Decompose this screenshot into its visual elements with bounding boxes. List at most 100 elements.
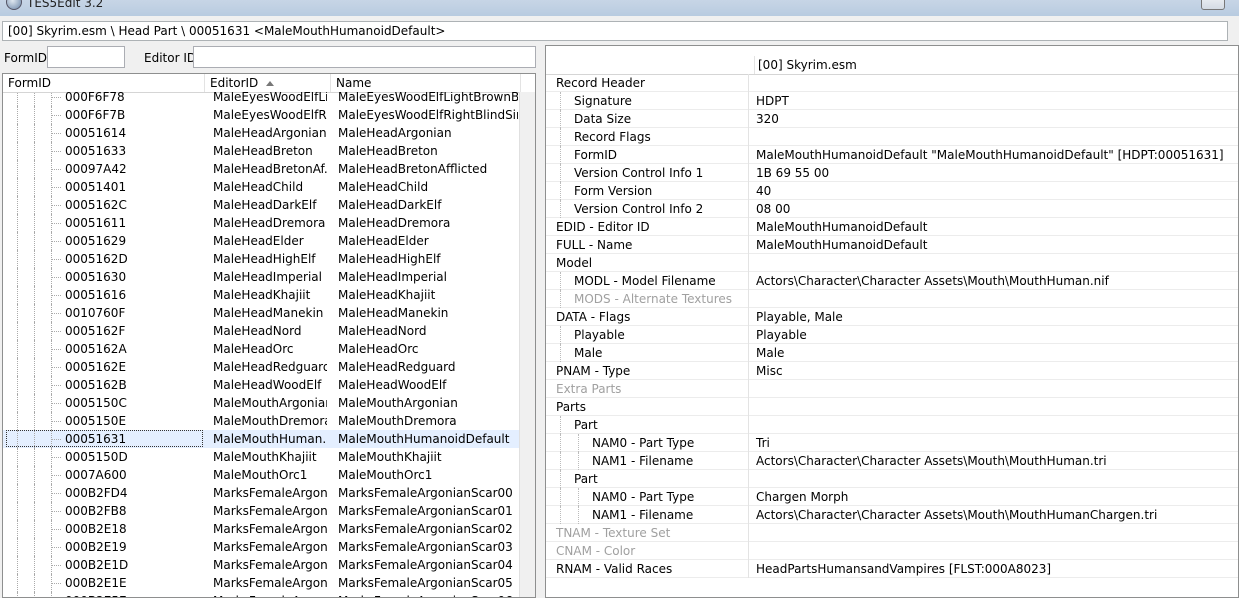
record-field-row[interactable]: CNAM - Color (546, 542, 1238, 560)
record-field-row[interactable]: Model (546, 254, 1238, 272)
field-value: Actors\Character\Character Assets\Mouth\… (756, 508, 1158, 522)
record-field-row[interactable]: Data Size 320 (546, 110, 1238, 128)
table-row[interactable]: 000B2E18 MarksFemaleArgon... MarksFemaleAr… (3, 520, 521, 538)
field-label: Extra Parts (556, 382, 622, 396)
record-field-row[interactable]: Playable Playable (546, 326, 1238, 344)
table-row[interactable]: 00051611 MaleHeadDremora MaleHeadDremora (3, 214, 521, 232)
field-label: DATA - Flags (556, 310, 631, 324)
tree-line (560, 128, 561, 146)
column-header-formid[interactable]: FormID (3, 74, 205, 92)
field-label: Form Version (574, 184, 653, 198)
cell-name: MaleHeadElder (338, 234, 429, 248)
table-row[interactable]: 0005162A MaleHeadOrc MaleHeadOrc (3, 340, 521, 358)
record-field-row[interactable]: MODL - Model Filename Actors\Character\Ch… (546, 272, 1238, 290)
field-value: Playable, Male (756, 310, 843, 324)
editorid-filter-input[interactable] (193, 46, 536, 68)
cell-name: MarksFemaleArgonianScar02 (338, 522, 513, 536)
column-divider (748, 398, 749, 416)
table-row[interactable]: 00051629 MaleHeadElder MaleHeadElder (3, 232, 521, 250)
record-field-row[interactable]: Part (546, 416, 1238, 434)
tree-line (560, 92, 561, 110)
record-field-row[interactable]: NAM0 - Part Type Tri (546, 434, 1238, 452)
table-row[interactable]: 00051633 MaleHeadBreton MaleHeadBreton (3, 142, 521, 160)
table-row[interactable]: 000B2E1D MarksFemaleArgon... MarksFemaleAr… (3, 556, 521, 574)
pane-splitter[interactable] (537, 45, 544, 598)
record-field-row[interactable]: NAM1 - Filename Actors\Character\Characte… (546, 506, 1238, 524)
table-row[interactable]: 000F6F78 MaleEyesWoodElfLi... MaleEyesWood… (3, 92, 521, 106)
record-field-row[interactable]: Record Header (546, 74, 1238, 92)
table-row[interactable]: 0005162E MaleHeadRedguard MaleHeadRedguard (3, 358, 521, 376)
record-field-row[interactable]: TNAM - Texture Set (546, 524, 1238, 542)
table-row[interactable]: 000B2E19 MarksFemaleArgon... MarksFemaleAr… (3, 538, 521, 556)
table-row[interactable]: 000B2FB8 MarksFemaleArgon... MarksFemaleAr… (3, 502, 521, 520)
table-row[interactable]: 0005162B MaleHeadWoodElf MaleHeadWoodElf (3, 376, 521, 394)
table-row[interactable]: 00051630 MaleHeadImperial MaleHeadImperial (3, 268, 521, 286)
tree-line (560, 182, 561, 200)
record-field-row[interactable]: FormID MaleMouthHumanoidDefault "MaleMout… (546, 146, 1238, 164)
record-field-row[interactable]: Record Flags (546, 128, 1238, 146)
column-divider (748, 344, 749, 362)
record-field-row[interactable]: EDID - Editor ID MaleMouthHumanoidDefault (546, 218, 1238, 236)
tree-line (51, 313, 61, 314)
table-row[interactable]: 00051616 MaleHeadKhajiit MaleHeadKhajiit (3, 286, 521, 304)
record-field-row[interactable]: NAM1 - Filename Actors\Character\Characte… (546, 452, 1238, 470)
record-field-row[interactable]: MODS - Alternate Textures (546, 290, 1238, 308)
field-label: Part (574, 472, 598, 486)
record-field-row[interactable]: Part (546, 470, 1238, 488)
table-row[interactable]: 00051401 MaleHeadChild MaleHeadChild (3, 178, 521, 196)
field-label: MODS - Alternate Textures (574, 292, 733, 306)
table-row[interactable]: 0005150C MaleMouthArgonian MaleMouthArgoni… (3, 394, 521, 412)
record-field-row[interactable]: Male Male (546, 344, 1238, 362)
cell-formid: 00097A42 (65, 162, 127, 176)
cell-editorid: MaleHeadChild (213, 180, 304, 194)
record-field-row[interactable]: Parts (546, 398, 1238, 416)
table-row[interactable]: 0010760F MaleHeadManekin MaleHeadManekin (3, 304, 521, 322)
record-list-scrollbar[interactable] (519, 92, 535, 597)
column-divider (748, 128, 749, 146)
column-header-name[interactable]: Name (331, 74, 521, 92)
table-row[interactable]: 0005150E MaleMouthDremora MaleMouthDremora (3, 412, 521, 430)
column-divider (748, 182, 749, 200)
tree-line (17, 484, 18, 502)
column-header-plugin[interactable]: [00] Skyrim.esm (754, 56, 857, 74)
table-row[interactable]: 00097A42 MaleHeadBretonAf... MaleHeadBreto… (3, 160, 521, 178)
cell-formid: 000B2E19 (65, 540, 127, 554)
record-field-row[interactable]: Version Control Info 2 08 00 (546, 200, 1238, 218)
table-row[interactable]: 000F6F7B MaleEyesWoodElfR... MaleEyesWoodE… (3, 106, 521, 124)
record-field-row[interactable]: Version Control Info 1 1B 69 55 00 (546, 164, 1238, 182)
tree-line (17, 412, 18, 430)
field-value: Tri (756, 436, 770, 450)
tree-line (34, 376, 35, 394)
cell-editorid: MaleHeadManekin (213, 306, 324, 320)
table-row[interactable]: 0005162F MaleHeadNord MaleHeadNord (3, 322, 521, 340)
cell-editorid: MaleHeadArgonian (213, 126, 327, 140)
window-button[interactable] (1201, 0, 1225, 10)
record-field-row[interactable]: RNAM - Valid Races HeadPartsHumansandVamp… (546, 560, 1238, 578)
record-field-row[interactable]: PNAM - Type Misc (546, 362, 1238, 380)
table-row[interactable]: 000B2FD4 MarksFemaleArgon... MarksFemaleAr… (3, 484, 521, 502)
table-row[interactable]: 0005150D MaleMouthKhajiit MaleMouthKhajiit (3, 448, 521, 466)
tree-line (51, 349, 61, 350)
column-header-editorid[interactable]: EditorID (205, 74, 331, 92)
record-field-row[interactable]: DATA - Flags Playable, Male (546, 308, 1238, 326)
table-row[interactable]: 00051631 MaleMouthHuman... MaleMouthHumano… (3, 430, 521, 448)
tree-line (34, 322, 35, 340)
field-label: Playable (574, 328, 625, 342)
formid-filter-input[interactable] (47, 46, 125, 68)
tree-line (51, 259, 61, 260)
record-field-row[interactable]: Signature HDPT (546, 92, 1238, 110)
tree-line (34, 268, 35, 286)
record-field-row[interactable]: FULL - Name MaleMouthHumanoidDefault (546, 236, 1238, 254)
record-field-row[interactable]: Extra Parts (546, 380, 1238, 398)
table-row[interactable]: 00051614 MaleHeadArgonian MaleHeadArgonian (3, 124, 521, 142)
cell-formid: 0005150E (65, 414, 127, 428)
tree-line (51, 367, 61, 368)
table-row[interactable]: 000B2E1E MarksFemaleArgon... MarksFemaleAr… (3, 574, 521, 592)
table-row[interactable]: 0007A600 MaleMouthOrc1 MaleMouthOrc1 (3, 466, 521, 484)
column-divider (748, 434, 749, 452)
record-field-row[interactable]: Form Version 40 (546, 182, 1238, 200)
table-row[interactable]: 000B2E5E MarksFemaleArgon... MarksFemaleAr… (3, 592, 521, 597)
table-row[interactable]: 0005162D MaleHeadHighElf MaleHeadHighElf (3, 250, 521, 268)
record-field-row[interactable]: NAM0 - Part Type Chargen Morph (546, 488, 1238, 506)
table-row[interactable]: 0005162C MaleHeadDarkElf MaleHeadDarkElf (3, 196, 521, 214)
